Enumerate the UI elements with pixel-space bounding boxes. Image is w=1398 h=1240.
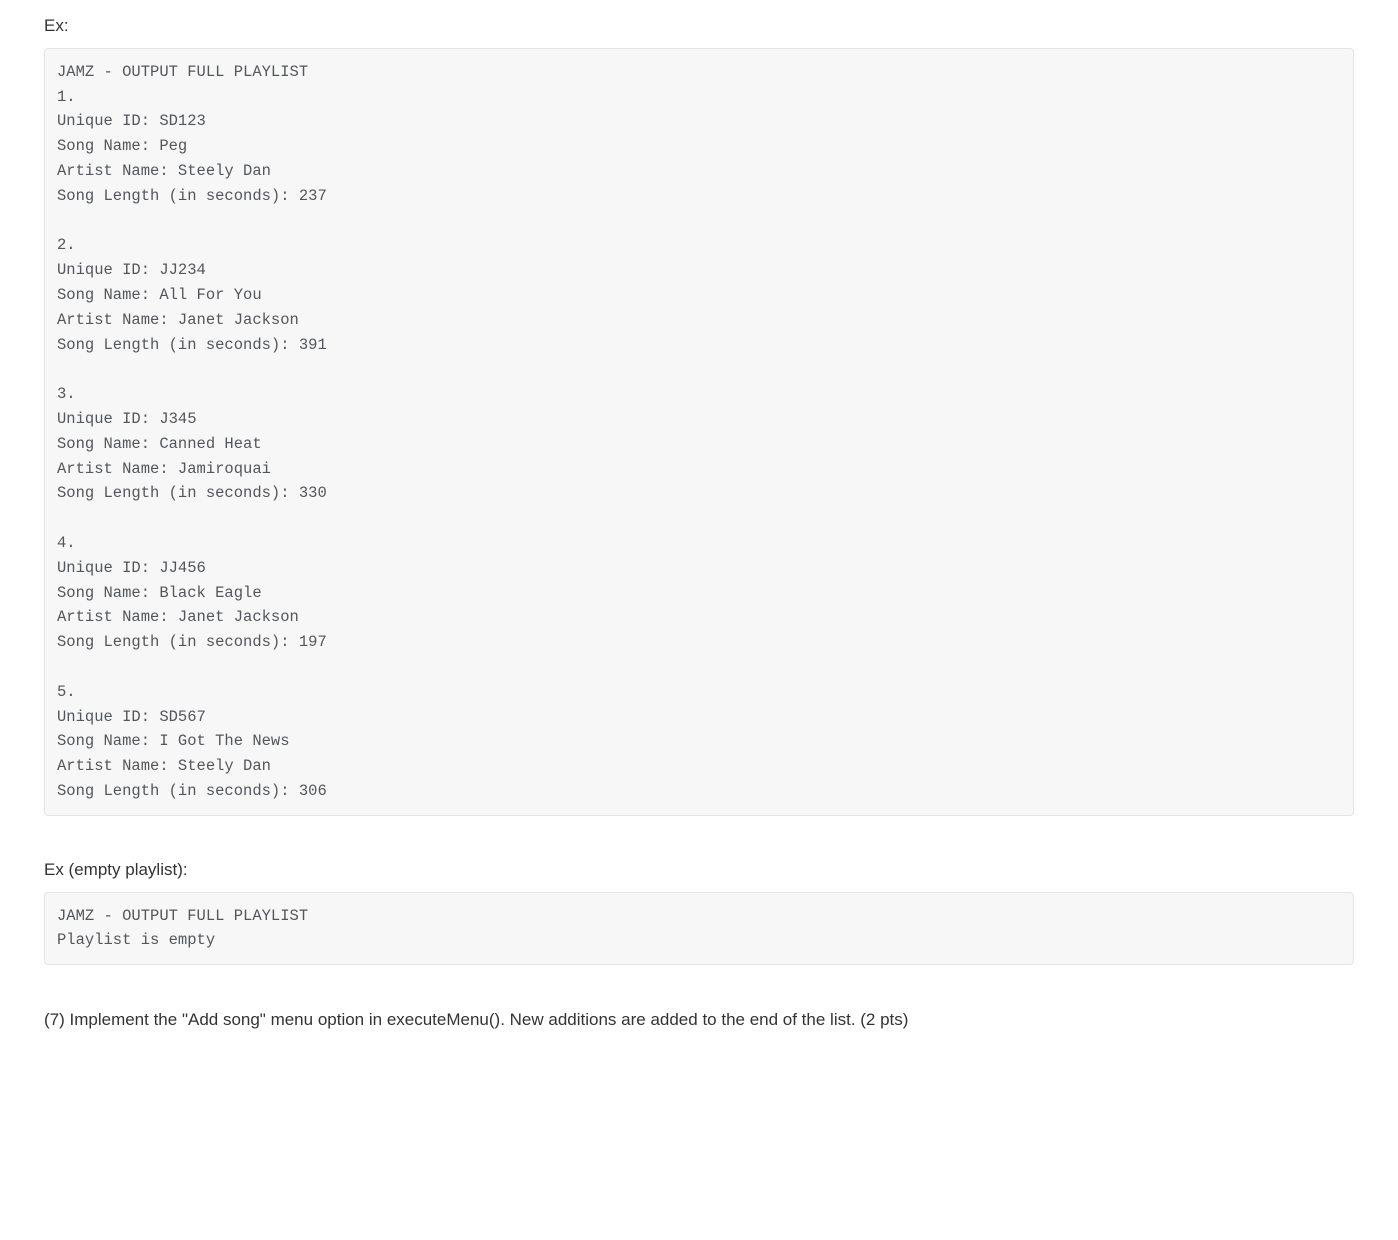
- example-label: Ex:: [44, 14, 1354, 38]
- example-empty-label: Ex (empty playlist):: [44, 858, 1354, 882]
- playlist-output-codeblock: JAMZ - OUTPUT FULL PLAYLIST 1. Unique ID…: [44, 48, 1354, 816]
- empty-playlist-codeblock: JAMZ - OUTPUT FULL PLAYLIST Playlist is …: [44, 892, 1354, 966]
- question-7-text: (7) Implement the "Add song" menu option…: [44, 1007, 1354, 1033]
